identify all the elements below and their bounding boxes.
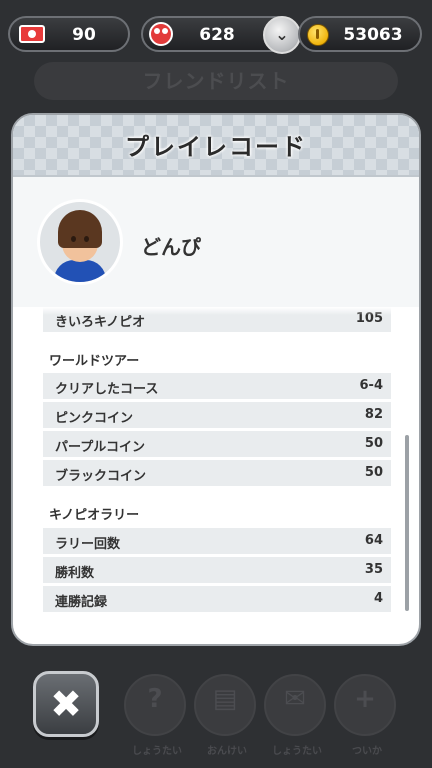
player-profile: どんぴ xyxy=(13,177,419,307)
record-row: ラリー回数 64 xyxy=(43,528,391,554)
panel-header: プレイレコード xyxy=(13,115,419,177)
record-label: パープルコイン xyxy=(55,440,145,455)
record-value: 50 xyxy=(364,465,383,480)
scrollbar-thumb[interactable] xyxy=(405,435,409,611)
play-record-panel: プレイレコード どんぴ きいろキノピオ 105 ワールドツアー クリアしたコース… xyxy=(11,113,421,646)
rally-ticket-icon xyxy=(19,25,45,43)
expand-currency-button[interactable]: ⌄ xyxy=(263,16,301,54)
record-label: 連勝記録 xyxy=(55,595,108,610)
record-label: ピンクコイン xyxy=(55,411,134,426)
record-value: 82 xyxy=(364,407,383,422)
record-label: ブラックコイン xyxy=(55,469,147,484)
background-title: フレンドリスト xyxy=(34,62,398,100)
record-value: 64 xyxy=(364,533,383,548)
dock-button-label: ついか xyxy=(352,746,382,757)
panel-title: プレイレコード xyxy=(125,133,307,161)
record-label: ラリー回数 xyxy=(55,537,121,552)
dock-button-invite: ? しょうたい xyxy=(124,674,186,757)
toad-icon xyxy=(149,22,173,46)
toad-count: 628 xyxy=(199,25,235,45)
rally-ticket-count: 90 xyxy=(72,25,96,45)
record-value: 6-4 xyxy=(359,378,384,393)
record-value: 35 xyxy=(364,562,383,577)
dock-button-add: + ついか xyxy=(334,674,396,757)
mii-avatar xyxy=(37,199,123,285)
add-friend-icon: + xyxy=(354,684,376,714)
record-value: 4 xyxy=(373,591,383,606)
mail-icon: ✉ xyxy=(284,684,306,714)
record-label: クリアしたコース xyxy=(55,382,159,397)
dock-button-mail: ✉ しょうたい xyxy=(264,674,326,757)
section-title-toad-rally: キノピオラリー xyxy=(49,508,140,523)
list-top-fade xyxy=(13,307,419,315)
dock-button-profile: ▤ おんけい xyxy=(194,674,256,757)
toad-counter: 628 ⌄ xyxy=(141,16,301,54)
record-list[interactable]: きいろキノピオ 105 ワールドツアー クリアしたコース 6-4 ピンクコイン … xyxy=(13,307,419,627)
dock-button-label: しょうたい xyxy=(132,746,182,757)
close-icon: ✖ xyxy=(50,682,82,726)
id-card-icon: ▤ xyxy=(212,684,238,714)
close-button[interactable]: ✖ xyxy=(33,671,99,737)
chevron-down-icon: ⌄ xyxy=(275,25,289,44)
record-row: ブラックコイン 50 xyxy=(43,460,391,486)
record-row: 勝利数 35 xyxy=(43,557,391,583)
rally-ticket-counter: 90 xyxy=(8,16,130,52)
record-row: クリアしたコース 6-4 xyxy=(43,373,391,399)
section-title-world-tour: ワールドツアー xyxy=(49,354,140,369)
record-value: 50 xyxy=(364,436,383,451)
status-bar: 90 628 ⌄ 53063 xyxy=(0,16,432,54)
record-row: 連勝記録 4 xyxy=(43,586,391,612)
dock-button-label: おんけい xyxy=(207,746,247,757)
record-label: 勝利数 xyxy=(55,566,95,581)
record-row: ピンクコイン 82 xyxy=(43,402,391,428)
player-name: どんぴ xyxy=(141,235,201,259)
coin-counter: 53063 xyxy=(298,16,422,52)
record-row: パープルコイン 50 xyxy=(43,431,391,457)
coin-icon xyxy=(307,24,329,46)
dock-button-label: しょうたい xyxy=(272,746,322,757)
person-question-icon: ? xyxy=(147,684,163,714)
coin-count: 53063 xyxy=(343,25,403,45)
